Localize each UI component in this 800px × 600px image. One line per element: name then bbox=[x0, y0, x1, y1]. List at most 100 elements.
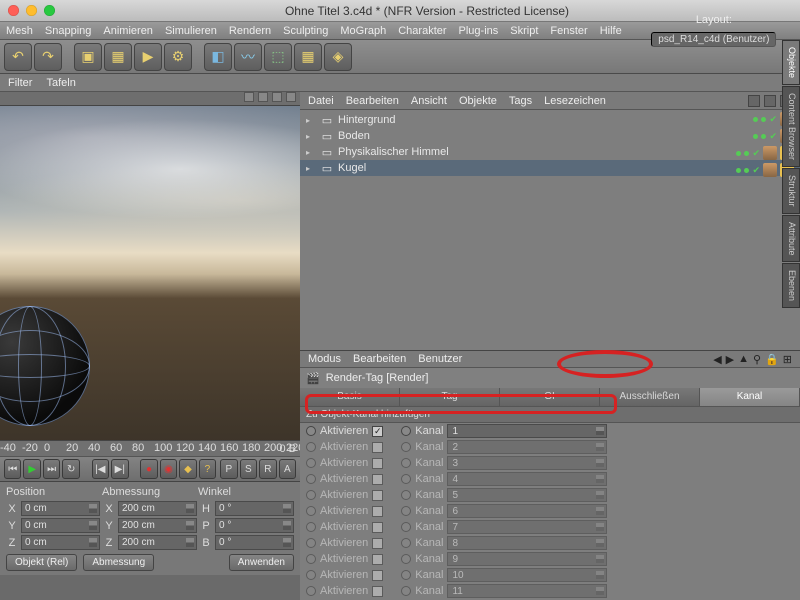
viewport-mini-icon[interactable] bbox=[244, 92, 254, 102]
visibility-render-dot[interactable] bbox=[744, 151, 749, 156]
activate-checkbox[interactable] bbox=[372, 538, 383, 549]
activate-radio-icon[interactable] bbox=[306, 474, 316, 484]
coord-size-mode-button[interactable]: Abmessung bbox=[83, 554, 154, 571]
activate-checkbox[interactable] bbox=[372, 554, 383, 565]
am-up-icon[interactable]: ▲ bbox=[738, 353, 749, 366]
size-field[interactable]: 200 cm bbox=[118, 501, 197, 516]
attribute-tab-tag[interactable]: Tag bbox=[400, 388, 500, 406]
menu-simulieren[interactable]: Simulieren bbox=[165, 25, 217, 37]
rotation-field[interactable]: 0 ° bbox=[215, 518, 294, 533]
submenu-filter[interactable]: Filter bbox=[8, 77, 32, 89]
viewport-mini-icon[interactable] bbox=[286, 92, 296, 102]
side-tab-content-browser[interactable]: Content Browser bbox=[782, 86, 800, 167]
visibility-editor-dot[interactable] bbox=[736, 151, 741, 156]
tag-icon[interactable] bbox=[763, 146, 777, 160]
deformer-button[interactable]: ◈ bbox=[324, 43, 352, 71]
activate-checkbox[interactable] bbox=[372, 474, 383, 485]
layer-check-icon[interactable]: ✔ bbox=[769, 131, 777, 142]
play-button[interactable]: ▶ bbox=[23, 459, 40, 479]
am-menu-bearbeiten[interactable]: Bearbeiten bbox=[353, 353, 406, 365]
zoom-traffic-light[interactable] bbox=[44, 5, 55, 16]
key-options-button[interactable]: ? bbox=[199, 459, 216, 479]
am-menu-benutzer[interactable]: Benutzer bbox=[418, 353, 462, 365]
channel-radio-icon[interactable] bbox=[401, 458, 411, 468]
activate-radio-icon[interactable] bbox=[306, 490, 316, 500]
layer-check-icon[interactable]: ✔ bbox=[752, 165, 760, 176]
menu-skript[interactable]: Skript bbox=[510, 25, 538, 37]
key-param-button[interactable]: A bbox=[279, 459, 296, 479]
activate-checkbox[interactable] bbox=[372, 442, 383, 453]
visibility-editor-dot[interactable] bbox=[753, 134, 758, 139]
channel-radio-icon[interactable] bbox=[401, 506, 411, 516]
goto-start-button[interactable]: ⏮ bbox=[4, 459, 21, 479]
disclosure-icon[interactable]: ▸ bbox=[306, 164, 316, 173]
viewport-mini-icon[interactable] bbox=[258, 92, 268, 102]
key-pos-button[interactable]: P bbox=[220, 459, 237, 479]
loop-button[interactable]: ↻ bbox=[62, 459, 79, 479]
am-forward-icon[interactable]: ▶ bbox=[726, 353, 734, 366]
size-field[interactable]: 200 cm bbox=[118, 535, 197, 550]
menu-sculpting[interactable]: Sculpting bbox=[283, 25, 328, 37]
channel-radio-icon[interactable] bbox=[401, 426, 411, 436]
redo-button[interactable]: ↷ bbox=[34, 43, 62, 71]
channel-radio-icon[interactable] bbox=[401, 474, 411, 484]
activate-radio-icon[interactable] bbox=[306, 506, 316, 516]
object-row[interactable]: ▸ ▭ Hintergrund bbox=[300, 112, 800, 128]
activate-radio-icon[interactable] bbox=[306, 458, 316, 468]
activate-radio-icon[interactable] bbox=[306, 426, 316, 436]
attribute-tab-ausschließen[interactable]: Ausschließen bbox=[600, 388, 700, 406]
keyframe-button[interactable]: ◆ bbox=[179, 459, 196, 479]
object-row[interactable]: ▸ ▭ Physikalischer Himmel bbox=[300, 144, 800, 160]
activate-checkbox[interactable] bbox=[372, 586, 383, 597]
undo-button[interactable]: ↶ bbox=[4, 43, 32, 71]
attribute-tab-gi[interactable]: GI bbox=[500, 388, 600, 406]
activate-checkbox[interactable] bbox=[372, 570, 383, 581]
disclosure-icon[interactable]: ▸ bbox=[306, 148, 316, 157]
render-view-button[interactable]: ▣ bbox=[74, 43, 102, 71]
position-field[interactable]: 0 cm bbox=[21, 501, 100, 516]
prev-key-button[interactable]: |◀ bbox=[92, 459, 109, 479]
activate-radio-icon[interactable] bbox=[306, 522, 316, 532]
layer-check-icon[interactable]: ✔ bbox=[752, 148, 760, 159]
key-scale-button[interactable]: S bbox=[240, 459, 257, 479]
layer-check-icon[interactable]: ✔ bbox=[769, 114, 777, 125]
attribute-tab-kanal[interactable]: Kanal bbox=[700, 388, 800, 406]
cube-primitive-button[interactable]: ◧ bbox=[204, 43, 232, 71]
activate-checkbox[interactable] bbox=[372, 522, 383, 533]
attribute-tab-basis[interactable]: Basis bbox=[300, 388, 400, 406]
visibility-editor-dot[interactable] bbox=[736, 168, 741, 173]
render-settings-button[interactable]: ⚙ bbox=[164, 43, 192, 71]
menu-rendern[interactable]: Rendern bbox=[229, 25, 271, 37]
channel-radio-icon[interactable] bbox=[401, 554, 411, 564]
next-key-button[interactable]: ▶| bbox=[111, 459, 128, 479]
menu-charakter[interactable]: Charakter bbox=[398, 25, 446, 37]
om-search-icon[interactable] bbox=[748, 95, 760, 107]
activate-radio-icon[interactable] bbox=[306, 554, 316, 564]
activate-radio-icon[interactable] bbox=[306, 586, 316, 596]
channel-radio-icon[interactable] bbox=[401, 442, 411, 452]
menu-mesh[interactable]: Mesh bbox=[6, 25, 33, 37]
menu-plug-ins[interactable]: Plug-ins bbox=[459, 25, 499, 37]
activate-checkbox[interactable] bbox=[372, 506, 383, 517]
rotation-field[interactable]: 0 ° bbox=[215, 535, 294, 550]
menu-fenster[interactable]: Fenster bbox=[550, 25, 587, 37]
coord-apply-button[interactable]: Anwenden bbox=[229, 554, 294, 571]
layout-selector[interactable]: psd_R14_c4d (Benutzer) bbox=[651, 32, 776, 47]
position-field[interactable]: 0 cm bbox=[21, 535, 100, 550]
om-menu-bearbeiten[interactable]: Bearbeiten bbox=[346, 95, 399, 107]
om-menu-tags[interactable]: Tags bbox=[509, 95, 532, 107]
rotation-field[interactable]: 0 ° bbox=[215, 501, 294, 516]
am-back-icon[interactable]: ◀ bbox=[713, 353, 721, 366]
side-tab-struktur[interactable]: Struktur bbox=[782, 168, 800, 214]
render-button[interactable]: ▶ bbox=[134, 43, 162, 71]
object-row[interactable]: ▸ ▭ Boden bbox=[300, 128, 800, 144]
channel-radio-icon[interactable] bbox=[401, 490, 411, 500]
am-search-icon[interactable]: ⚲ bbox=[753, 353, 761, 366]
channel-radio-icon[interactable] bbox=[401, 586, 411, 596]
size-field[interactable]: 200 cm bbox=[118, 518, 197, 533]
key-rot-button[interactable]: R bbox=[259, 459, 276, 479]
viewport-mini-icon[interactable] bbox=[272, 92, 282, 102]
activate-checkbox[interactable] bbox=[372, 458, 383, 469]
object-manager[interactable]: ▸ ▭ Hintergrund ✔ ▸ ▭ Boden ✔ ▸ ▭ Physik… bbox=[300, 110, 800, 350]
minimize-traffic-light[interactable] bbox=[26, 5, 37, 16]
